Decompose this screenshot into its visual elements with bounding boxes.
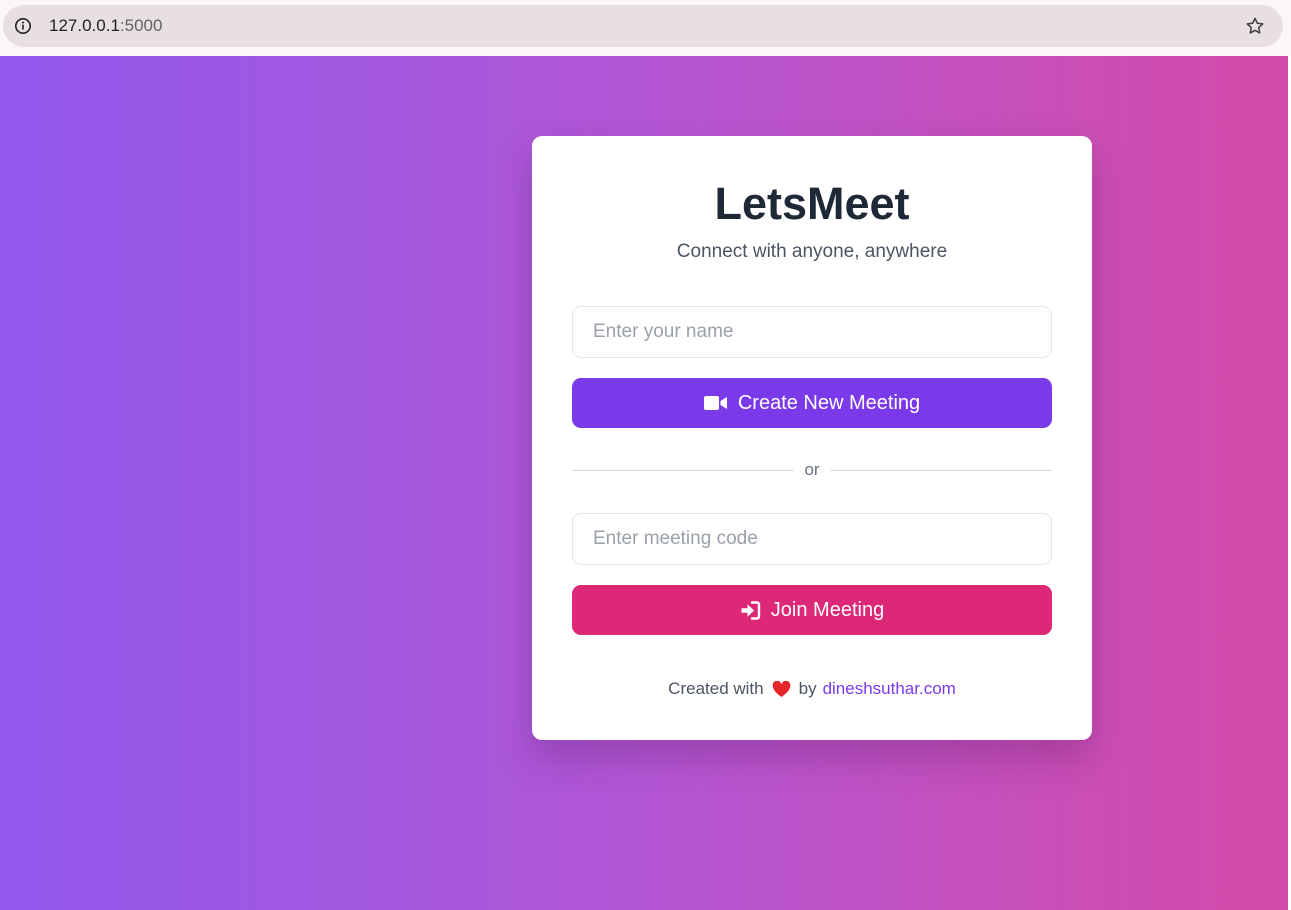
divider-line-left (572, 469, 795, 471)
url-text[interactable]: 127.0.0.1:5000 (49, 16, 162, 36)
meeting-code-input[interactable] (572, 513, 1052, 565)
join-meeting-button[interactable]: Join Meeting (572, 585, 1052, 635)
url-host: 127.0.0.1 (49, 16, 120, 35)
address-bar[interactable]: 127.0.0.1:5000 (3, 5, 1283, 47)
author-link[interactable]: dineshsuthar.com (823, 677, 956, 701)
create-meeting-button[interactable]: Create New Meeting (572, 378, 1052, 428)
create-meeting-label: Create New Meeting (737, 391, 921, 414)
video-camera-icon (703, 395, 728, 411)
app-title: LetsMeet (714, 178, 910, 229)
footer-credit: Created with by dineshsuthar.com (532, 677, 1092, 701)
browser-toolbar: 127.0.0.1:5000 (0, 0, 1291, 56)
divider-text: or (804, 460, 820, 479)
sign-in-icon (740, 600, 761, 620)
url-port: :5000 (119, 16, 163, 35)
name-input[interactable] (572, 306, 1052, 358)
app-subtitle: Connect with anyone, anywhere (676, 241, 948, 262)
heart-icon (772, 680, 791, 698)
divider-line-right (829, 469, 1052, 471)
page-background: LetsMeet Connect with anyone, anywhere C… (0, 56, 1291, 910)
bookmark-star-icon[interactable] (1244, 15, 1266, 37)
info-icon[interactable] (13, 16, 33, 36)
meeting-card: LetsMeet Connect with anyone, anywhere C… (532, 136, 1092, 740)
join-meeting-label: Join Meeting (770, 598, 885, 621)
footer-by: by (798, 679, 817, 698)
or-divider: or (572, 458, 1052, 482)
footer-prefix: Created with (668, 679, 764, 698)
